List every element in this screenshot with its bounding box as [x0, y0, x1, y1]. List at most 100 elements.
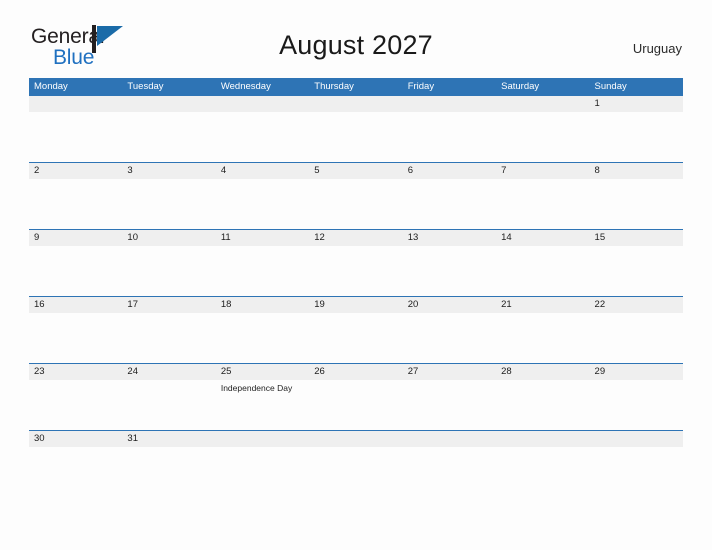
day-number[interactable]: 24: [122, 364, 215, 380]
day-number[interactable]: [29, 96, 122, 112]
week-date-numbers: 9 10 11 12 13 14 15: [29, 230, 683, 246]
day-event: [122, 313, 215, 333]
week-row: 1: [29, 95, 683, 162]
week-events: [29, 313, 683, 333]
day-number[interactable]: [216, 431, 309, 447]
day-event: [590, 179, 683, 199]
day-number[interactable]: 28: [496, 364, 589, 380]
day-number[interactable]: 3: [122, 163, 215, 179]
day-event: [122, 112, 215, 132]
day-number[interactable]: 22: [590, 297, 683, 313]
week-events: Independence Day: [29, 380, 683, 400]
day-event: [403, 246, 496, 266]
day-number[interactable]: 29: [590, 364, 683, 380]
day-number[interactable]: 14: [496, 230, 589, 246]
weekday-header-sunday: Sunday: [594, 81, 627, 92]
day-event: [403, 112, 496, 132]
day-event: [216, 179, 309, 199]
day-event: [122, 447, 215, 467]
day-number[interactable]: 20: [403, 297, 496, 313]
day-number[interactable]: 31: [122, 431, 215, 447]
week-row: 23 24 25 26 27 28 29 Independence Day: [29, 363, 683, 430]
day-number[interactable]: 12: [309, 230, 402, 246]
day-number[interactable]: [122, 96, 215, 112]
weekday-header-thursday: Thursday: [314, 81, 354, 92]
day-event: [216, 447, 309, 467]
day-number[interactable]: 16: [29, 297, 122, 313]
day-event: [496, 313, 589, 333]
day-number[interactable]: 6: [403, 163, 496, 179]
day-number[interactable]: 8: [590, 163, 683, 179]
day-event: [216, 246, 309, 266]
day-event: [216, 313, 309, 333]
day-number[interactable]: 21: [496, 297, 589, 313]
week-date-numbers: 23 24 25 26 27 28 29: [29, 364, 683, 380]
page-header: General Blue August 2027 Uruguay: [0, 0, 712, 68]
day-event: [29, 179, 122, 199]
day-number[interactable]: 26: [309, 364, 402, 380]
day-event: [309, 179, 402, 199]
day-event: [309, 447, 402, 467]
day-number[interactable]: [309, 96, 402, 112]
week-events: [29, 179, 683, 199]
day-number[interactable]: 27: [403, 364, 496, 380]
week-events: [29, 447, 683, 467]
day-event: [590, 380, 683, 400]
day-number[interactable]: 11: [216, 230, 309, 246]
day-number[interactable]: [496, 96, 589, 112]
day-event: [403, 179, 496, 199]
day-event: [216, 112, 309, 132]
day-number[interactable]: 5: [309, 163, 402, 179]
day-event: [590, 447, 683, 467]
week-date-numbers: 16 17 18 19 20 21 22: [29, 297, 683, 313]
day-number[interactable]: 19: [309, 297, 402, 313]
day-number[interactable]: 17: [122, 297, 215, 313]
day-event: [29, 246, 122, 266]
weekday-header-tuesday: Tuesday: [127, 81, 164, 92]
day-event: [309, 246, 402, 266]
day-event: [590, 112, 683, 132]
day-number[interactable]: 2: [29, 163, 122, 179]
day-number[interactable]: [496, 431, 589, 447]
day-event: [309, 112, 402, 132]
day-number[interactable]: [309, 431, 402, 447]
weekday-header-friday: Friday: [407, 81, 435, 92]
day-number[interactable]: 10: [122, 230, 215, 246]
day-number[interactable]: 1: [590, 96, 683, 112]
calendar-page: General Blue August 2027 Uruguay Monday …: [0, 0, 712, 550]
day-event: [29, 380, 122, 400]
day-event: [309, 313, 402, 333]
weekday-header-row: Monday Tuesday Wednesday Thursday Friday…: [29, 78, 683, 95]
day-number[interactable]: 23: [29, 364, 122, 380]
day-number[interactable]: [216, 96, 309, 112]
weekday-header-monday: Monday: [34, 81, 68, 92]
day-event: [29, 313, 122, 333]
day-event: [309, 380, 402, 400]
day-number[interactable]: 7: [496, 163, 589, 179]
week-events: [29, 112, 683, 132]
day-number[interactable]: 30: [29, 431, 122, 447]
day-event: [403, 447, 496, 467]
calendar-grid: Monday Tuesday Wednesday Thursday Friday…: [29, 78, 683, 470]
day-number[interactable]: 13: [403, 230, 496, 246]
day-number[interactable]: 4: [216, 163, 309, 179]
day-number[interactable]: 15: [590, 230, 683, 246]
day-event: [403, 380, 496, 400]
day-event: [590, 246, 683, 266]
day-event: [590, 313, 683, 333]
day-number[interactable]: [403, 431, 496, 447]
day-event: [403, 313, 496, 333]
day-event: [122, 179, 215, 199]
week-events: [29, 246, 683, 266]
day-number[interactable]: 9: [29, 230, 122, 246]
day-event: [496, 179, 589, 199]
day-number[interactable]: [403, 96, 496, 112]
weekday-header-wednesday: Wednesday: [220, 81, 271, 92]
day-number[interactable]: 18: [216, 297, 309, 313]
day-event: [496, 380, 589, 400]
day-number[interactable]: 25: [216, 364, 309, 380]
page-title: August 2027: [279, 30, 433, 60]
day-event: [496, 112, 589, 132]
day-number[interactable]: [590, 431, 683, 447]
day-event: [122, 380, 215, 400]
